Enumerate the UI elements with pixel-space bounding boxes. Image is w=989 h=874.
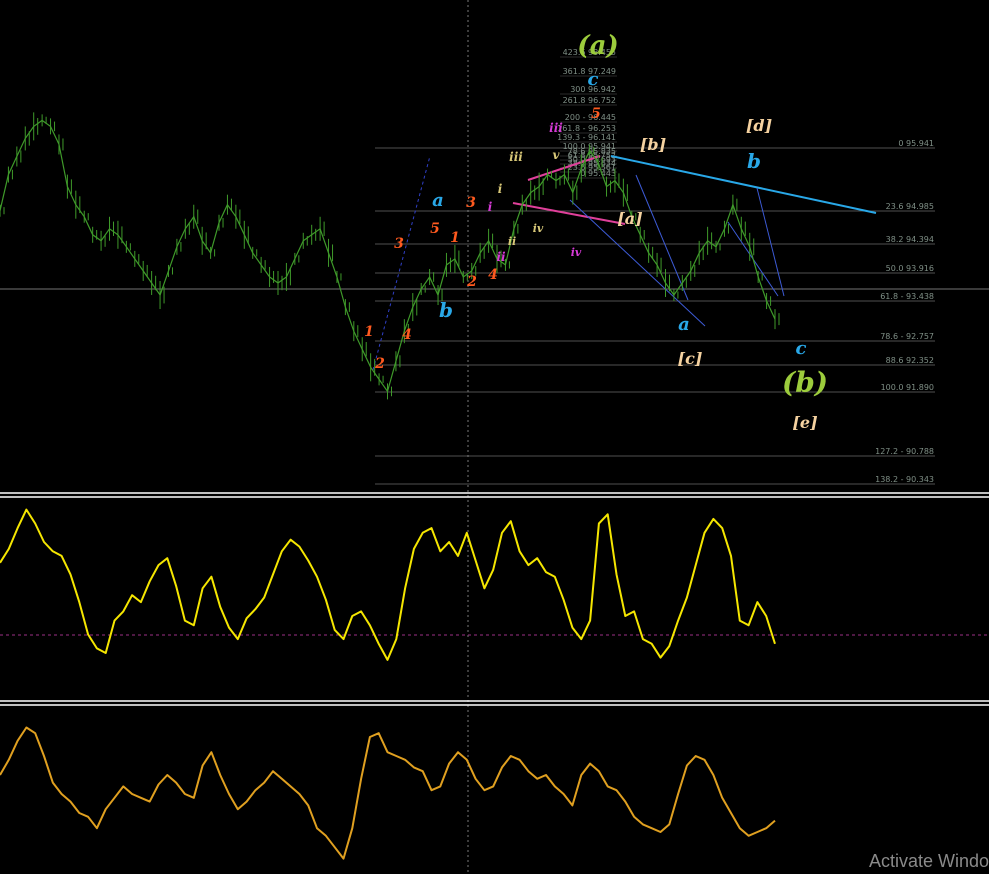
wave-label: 4 xyxy=(402,327,412,343)
wave-label: b xyxy=(439,298,453,322)
wave-label: 1 xyxy=(450,230,460,246)
fib-level-label: 127.2 - 90.788 xyxy=(875,447,934,456)
wave-label: i xyxy=(488,200,493,214)
wave-label: 5 xyxy=(430,221,440,237)
fib-stack-label: 161.8 - 96.253 xyxy=(557,124,616,133)
fib-level-label: 38.2 94.394 xyxy=(886,235,934,244)
fib-level-label: 61.8 - 93.438 xyxy=(880,292,934,301)
wave-label: iii xyxy=(549,121,563,135)
fib-level-label: 88.6 92.352 xyxy=(886,356,934,365)
wave-label: v xyxy=(553,148,561,162)
fib-stack-label: 261.8 96.752 xyxy=(563,96,616,105)
chart-canvas: 0 95.941 23.6 94.985 38.2 94.394 50.0 93.91… xyxy=(0,0,989,874)
wave-label: c xyxy=(796,338,807,359)
activate-windows-watermark: Activate Windo xyxy=(868,851,989,871)
fib-level-label: 23.6 94.985 xyxy=(886,202,934,211)
wave-label: [e] xyxy=(792,413,817,432)
wave-label: [a] xyxy=(617,209,643,228)
chart-background xyxy=(0,0,989,874)
fib-level-label: 0 95.941 xyxy=(898,139,934,148)
fib-level-label: 50.0 93.916 xyxy=(886,264,934,273)
wave-label: iv xyxy=(571,246,582,259)
wave-label: [c] xyxy=(678,349,703,368)
wave-label: [b] xyxy=(640,135,666,154)
wave-label: b xyxy=(747,149,761,173)
wave-label: 1 xyxy=(364,324,374,340)
wave-label: ii xyxy=(508,235,516,248)
wave-label: iv xyxy=(533,222,544,235)
wave-label: a xyxy=(432,190,444,211)
wave-label: 3 xyxy=(394,236,404,252)
wave-label: (b) xyxy=(782,366,828,399)
wave-label: 2 xyxy=(466,274,477,290)
wave-label: (a) xyxy=(577,31,618,61)
fib-level-label: 138.2 - 90.343 xyxy=(875,475,934,484)
wave-label: i xyxy=(498,182,503,196)
wave-label: 5 xyxy=(591,106,601,122)
wave-label: 2 xyxy=(374,356,385,372)
fib-stack-label: 139.3 - 96.141 xyxy=(557,133,616,142)
fib-level-label: 100.0 91.890 xyxy=(881,383,934,392)
wave-label: 3 xyxy=(466,195,476,211)
wave-label: c xyxy=(588,69,599,90)
wave-label: a xyxy=(678,314,690,335)
wave-label: 4 xyxy=(488,267,498,283)
wave-label: [d] xyxy=(746,116,772,135)
wave-label: iii xyxy=(509,150,523,164)
fib-level-label: 78.6 - 92.757 xyxy=(880,332,934,341)
wave-label: ii xyxy=(496,250,506,264)
